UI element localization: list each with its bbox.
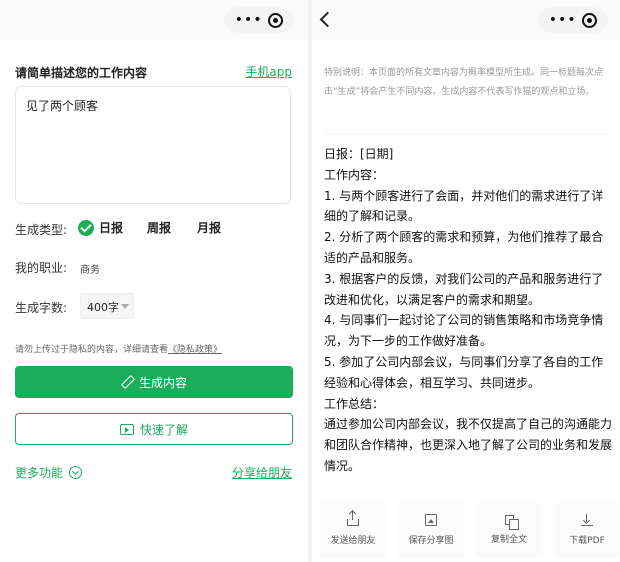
action-label: 下载PDF	[569, 536, 605, 546]
action-label: 发送给朋友	[330, 536, 376, 546]
download-pdf-button[interactable]: 下载PDF	[554, 502, 620, 558]
action-bar: 发送给朋友 保存分享图 复制全文 下载PDF	[320, 502, 620, 558]
report-line: 工作总结：	[324, 396, 385, 411]
type-option-label: 月报	[197, 221, 222, 235]
privacy-policy-link[interactable]: 《隐私政策》	[168, 345, 222, 355]
generated-report: 日报：[日期] 工作内容： 1. 与两个顾客进行了会面，并对他们的需求进行了详细…	[324, 144, 614, 477]
word-count-select[interactable]: 400字	[80, 293, 134, 319]
action-label: 复制全文	[490, 535, 527, 545]
check-circle-icon	[78, 219, 94, 236]
mobile-app-link[interactable]: 手机app	[245, 63, 292, 80]
prompt-label: 请简单描述您的工作内容	[15, 66, 148, 80]
report-line: 2. 分析了两个顾客的需求和预算，为他们推荐了最合适的产品和服务。	[324, 230, 604, 265]
type-option-weekly[interactable]: 周报	[126, 219, 171, 236]
type-label: 生成类型:	[15, 223, 68, 237]
result-panel: ••• 特别说明：本页面的所有文章内容为概率模型所生成。同一标题每次点击“生成”…	[312, 0, 620, 562]
copy-icon	[504, 515, 519, 530]
type-option-monthly[interactable]: 月报	[176, 219, 221, 236]
disclaimer-text: 特别说明：本页面的所有文章内容为概率模型所生成。同一标题每次点击“生成”将会产生…	[324, 68, 604, 97]
privacy-notice: 请勿上传过于隐私的内容，详细请查看《隐私政策》	[15, 342, 222, 355]
share-with-friends-link[interactable]: 分享给朋友	[232, 464, 292, 481]
generate-button[interactable]: 生成内容	[15, 366, 293, 398]
input-panel: ••• 请简单描述您的工作内容 手机app 见了两个顾客 生成类型: 日报 周报…	[0, 0, 308, 562]
report-line: 通过参加公司内部会议，我不仅提高了自己的沟通能力和团队合作精神，也更深入地了解了…	[324, 417, 613, 473]
type-option-daily[interactable]: 日报	[78, 219, 123, 236]
radio-empty-icon	[176, 220, 192, 236]
quick-learn-button[interactable]: 快速了解	[15, 413, 293, 445]
more-dots-icon[interactable]: •••	[549, 13, 577, 27]
type-option-label: 周报	[147, 221, 172, 235]
job-label: 我的职业:	[15, 261, 68, 275]
report-line: 5. 参加了公司内部会议，与同事们分享了各自的工作经验和心得体会，相互学习、共同…	[324, 354, 604, 390]
privacy-notice-text: 请勿上传过于隐私的内容，详细请查看	[15, 345, 169, 355]
chevron-down-circle-icon	[69, 466, 83, 479]
job-value[interactable]: 商务	[80, 261, 100, 276]
chevron-down-icon	[121, 304, 129, 309]
download-icon	[581, 514, 593, 526]
save-share-image-button[interactable]: 保存分享图	[398, 502, 464, 558]
close-target-icon[interactable]	[268, 12, 284, 28]
image-icon	[425, 514, 437, 526]
more-dots-icon[interactable]: •••	[235, 13, 263, 27]
mini-program-capsule: •••	[224, 7, 294, 33]
action-label: 保存分享图	[408, 536, 454, 546]
count-label: 生成字数:	[15, 301, 68, 315]
type-option-label: 日报	[99, 221, 124, 235]
video-icon	[119, 423, 134, 435]
report-line: 工作内容：	[324, 167, 385, 182]
report-line: 4. 与同事们一起讨论了公司的销售策略和市场竞争情况，为下一步的工作做好准备。	[324, 313, 604, 349]
divider	[324, 134, 606, 135]
more-features-toggle[interactable]: 更多功能	[15, 464, 83, 481]
send-to-friend-button[interactable]: 发送给朋友	[320, 502, 386, 558]
quick-learn-button-label: 快速了解	[139, 422, 188, 437]
report-line: 1. 与两个顾客进行了会面，并对他们的需求进行了详细的了解和记录。	[324, 188, 604, 224]
word-count-value: 400字	[87, 301, 119, 314]
close-target-icon[interactable]	[582, 12, 598, 28]
generate-button-label: 生成内容	[138, 375, 187, 390]
copy-all-button[interactable]: 复制全文	[476, 502, 542, 558]
report-line: 3. 根据客户的反馈，对我们公司的产品和服务进行了改进和优化，以满足客户的需求和…	[324, 271, 604, 307]
pen-icon	[121, 376, 133, 388]
work-description-input[interactable]: 见了两个顾客	[15, 86, 291, 204]
mini-program-capsule: •••	[538, 7, 608, 33]
radio-empty-icon	[126, 220, 142, 236]
share-icon	[347, 511, 359, 526]
more-features-label: 更多功能	[15, 466, 64, 480]
report-line: 日报：[日期]	[324, 147, 394, 161]
